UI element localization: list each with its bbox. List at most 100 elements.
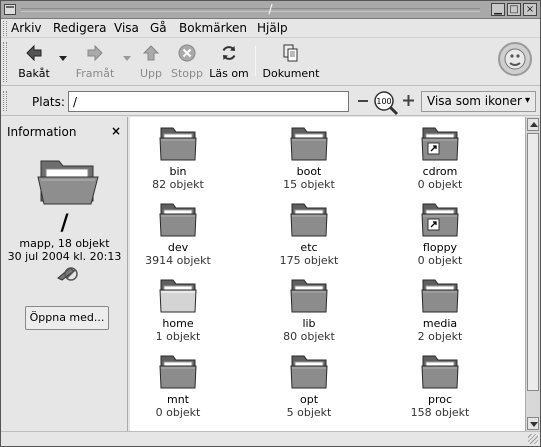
close-side-pane-button[interactable]: ×	[111, 124, 121, 138]
location-input[interactable]	[68, 91, 349, 112]
file-name: dev	[167, 241, 189, 254]
forward-label: Framåt	[75, 67, 115, 80]
menu-ga[interactable]: Gå	[150, 21, 167, 35]
back-button[interactable]: Bakåt	[15, 42, 53, 82]
folder-item-lib[interactable]: lib 80 objekt	[249, 275, 369, 343]
file-name: floppy	[422, 241, 458, 254]
zoom-level-icon[interactable]: 100	[373, 90, 399, 116]
forward-button[interactable]: Framåt	[73, 42, 117, 82]
open-folder-icon	[37, 160, 99, 205]
arrow-left-icon	[26, 44, 42, 62]
folder-link-icon	[421, 127, 459, 161]
file-item-count: 3914 objekt	[145, 254, 211, 267]
folder-item-mnt[interactable]: mnt 0 objekt	[130, 351, 238, 419]
menubar-grip[interactable]	[3, 21, 7, 36]
back-label: Bakåt	[18, 67, 50, 80]
file-name: media	[422, 317, 458, 330]
menu-hjalp[interactable]: Hjälp	[257, 21, 288, 35]
folder-item-home[interactable]: home 1 objekt	[130, 275, 238, 343]
folder-item-boot[interactable]: boot 15 objekt	[249, 123, 369, 191]
file-name: lib	[302, 317, 316, 330]
side-pane-folder-name: /	[60, 211, 69, 236]
close-window-button[interactable]: ×	[523, 3, 537, 16]
file-name: boot	[296, 165, 322, 178]
toolbar: Bakåt Framåt Upp Stopp Läs om Dokument	[1, 38, 540, 86]
location-bar: Plats: 100 Visa som ikoner ▾	[1, 86, 540, 116]
file-item-count: 0 objekt	[417, 178, 463, 191]
folder-item-opt[interactable]: opt 5 objekt	[249, 351, 369, 419]
folder-icon	[421, 279, 459, 313]
stop-label: Stopp	[171, 67, 203, 80]
zoom-in-icon[interactable]	[403, 95, 414, 106]
back-history-dropdown-icon[interactable]	[59, 56, 67, 61]
open-with-button[interactable]: Öppna med...	[25, 306, 109, 330]
file-name: bin	[169, 165, 187, 178]
folder-icon	[290, 355, 328, 389]
folder-item-bin[interactable]: bin 82 objekt	[130, 123, 238, 191]
up-button[interactable]: Upp	[137, 42, 165, 82]
scroll-up-arrow-icon[interactable]	[527, 118, 539, 131]
toolbar-separator	[255, 46, 256, 76]
resize-grip[interactable]	[528, 434, 538, 444]
toolbar-grip[interactable]	[3, 42, 7, 82]
folder-icon	[159, 355, 197, 389]
minimize-button[interactable]: ▁	[491, 3, 505, 16]
file-item-count: 82 objekt	[152, 178, 204, 191]
folder-item-dev[interactable]: dev 3914 objekt	[130, 199, 238, 267]
information-side-pane: Information × / mapp, 18 objekt 30 jul 2…	[1, 117, 128, 431]
folder-icon	[290, 203, 328, 237]
view-mode-value: Visa som ikoner	[427, 94, 522, 108]
maximize-button[interactable]: □	[507, 3, 521, 16]
folder-item-etc[interactable]: etc 175 objekt	[249, 199, 369, 267]
stop-button[interactable]: Stopp	[168, 42, 206, 82]
documents-label: Dokument	[262, 67, 320, 80]
folder-item-floppy[interactable]: floppy 0 objekt	[380, 199, 500, 267]
reload-label: Läs om	[209, 67, 249, 80]
folder-item-cdrom[interactable]: cdrom 0 objekt	[380, 123, 500, 191]
zoom-out-icon[interactable]	[358, 100, 368, 102]
reload-icon	[222, 46, 236, 60]
folder-link-icon	[421, 203, 459, 237]
activity-throbber	[498, 42, 532, 76]
menu-bokmarken[interactable]: Bokmärken	[179, 21, 247, 35]
scroll-down-arrow-icon[interactable]	[527, 417, 539, 430]
title-bar[interactable]: / ▁ □ ×	[1, 1, 540, 19]
menu-redigera[interactable]: Redigera	[53, 21, 106, 35]
menu-visa[interactable]: Visa	[114, 21, 139, 35]
menu-arkiv[interactable]: Arkiv	[11, 21, 42, 35]
arrow-up-icon	[142, 45, 160, 61]
folder-icon	[421, 355, 459, 389]
documents-button[interactable]: Dokument	[261, 42, 321, 82]
folder-item-media[interactable]: media 2 objekt	[380, 275, 500, 343]
side-pane-folder-info: mapp, 18 objekt	[19, 237, 110, 250]
gnome-foot-icon	[504, 48, 526, 70]
folder-icon	[159, 127, 197, 161]
documents-icon	[283, 44, 298, 62]
stop-icon	[178, 44, 196, 62]
file-icon-view[interactable]: bin 82 objekt boot 15 objekt cdrom 0 objekt de…	[130, 117, 525, 431]
file-item-count: 0 objekt	[155, 406, 201, 419]
zoom-level-text: 100	[376, 97, 391, 106]
file-item-count: 80 objekt	[283, 330, 335, 343]
file-item-count: 15 objekt	[283, 178, 335, 191]
file-name: opt	[299, 393, 319, 406]
file-item-count: 175 objekt	[279, 254, 339, 267]
side-pane-folder-date: 30 jul 2004 kl. 20:13	[7, 250, 122, 263]
file-name: proc	[427, 393, 453, 406]
reload-button[interactable]: Läs om	[207, 42, 251, 82]
file-item-count: 2 objekt	[417, 330, 463, 343]
arrow-right-icon	[87, 44, 103, 62]
view-mode-select[interactable]: Visa som ikoner ▾	[421, 91, 536, 112]
side-pane-title[interactable]: Information	[7, 125, 76, 139]
up-label: Upp	[139, 67, 163, 80]
vertical-scrollbar[interactable]	[525, 117, 540, 431]
locationbar-grip[interactable]	[3, 91, 7, 111]
file-item-count: 158 objekt	[410, 406, 470, 419]
folder-icon	[290, 279, 328, 313]
forward-history-dropdown-icon[interactable]	[123, 56, 131, 61]
folder-item-proc[interactable]: proc 158 objekt	[380, 351, 500, 419]
home-folder-icon	[159, 279, 197, 313]
file-name: home	[162, 317, 194, 330]
scrollbar-thumb[interactable]	[527, 133, 539, 391]
file-name: mnt	[167, 393, 189, 406]
